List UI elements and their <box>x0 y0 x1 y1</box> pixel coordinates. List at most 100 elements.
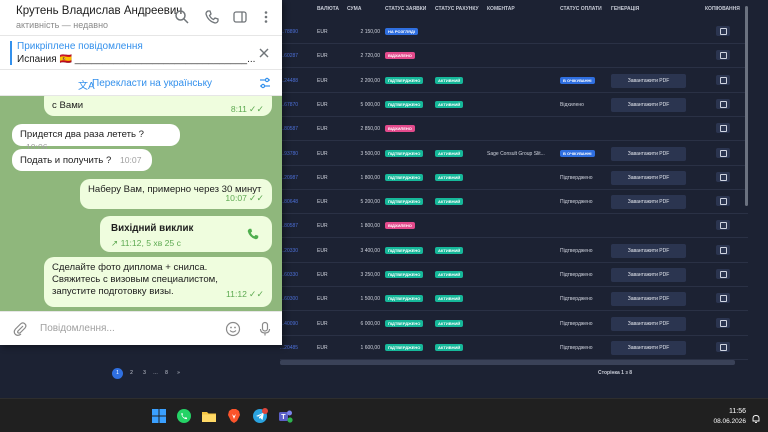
order-id-link[interactable]: ...60330 <box>280 272 298 278</box>
amount-cell: 1 500,00 <box>360 296 380 303</box>
download-pdf-button[interactable]: Завантажити PDF <box>611 195 686 210</box>
table-row[interactable]: ...67870 EUR 5 000,00 ПІДТВЕРДЖЕНО АКТИВНИЙ В… <box>280 93 748 117</box>
clock-time[interactable]: 11:56 <box>724 408 746 415</box>
chat-header[interactable]: Крутень Владислав Андреевич активність —… <box>0 0 282 36</box>
copy-icon[interactable] <box>716 317 730 328</box>
copy-icon[interactable] <box>716 98 730 109</box>
download-pdf-button[interactable]: Завантажити PDF <box>611 268 686 282</box>
copy-icon[interactable] <box>716 147 730 158</box>
download-pdf-button[interactable]: Завантажити PDF <box>611 97 686 112</box>
next-page-button[interactable]: » <box>173 368 184 379</box>
message-list[interactable]: с Вами 8:11 ✓✓ Придется два раза лететь ?… <box>0 96 282 311</box>
table-row[interactable]: ...24488 EUR 2 200,00 ПІДТВЕРДЖЕНО АКТИВНИЙ В… <box>280 69 748 93</box>
table-row[interactable]: ...80587 EUR 1 800,00 ВІДХИЛЕНО <box>280 214 748 239</box>
download-pdf-button[interactable]: Завантажити PDF <box>611 146 686 161</box>
pinned-title: Прикріплене повідомлення <box>17 41 143 52</box>
telegram-icon[interactable] <box>252 408 268 424</box>
download-pdf-button[interactable]: Завантажити PDF <box>611 73 686 88</box>
copy-icon[interactable] <box>716 50 730 61</box>
table-row[interactable]: ...60300 EUR 1 500,00 ПІДТВЕРДЖЕНО АКТИВНИЙ П… <box>280 287 748 312</box>
order-id-link[interactable]: ...20987 <box>280 175 298 181</box>
download-pdf-button[interactable]: Завантажити PDF <box>611 292 686 307</box>
table-row[interactable]: ...40090 EUR 6 000,00 ПІДТВЕРДЖЕНО АКТИВНИЙ П… <box>280 312 748 336</box>
notification-bell-icon[interactable] <box>751 411 761 429</box>
copy-icon[interactable] <box>716 26 730 36</box>
brave-browser-icon[interactable] <box>226 408 242 424</box>
windows-start-icon[interactable] <box>151 408 167 424</box>
copy-icon[interactable] <box>716 293 730 304</box>
order-id-link[interactable]: ...24488 <box>280 78 298 84</box>
order-id-link[interactable]: ...80587 <box>280 223 298 229</box>
translate-settings-icon[interactable] <box>258 76 274 92</box>
order-id-link[interactable]: ...80587 <box>280 126 298 132</box>
order-id-link[interactable]: ...60300 <box>280 296 298 302</box>
table-row[interactable]: ...60330 EUR 3 250,00 ПІДТВЕРДЖЕНО АКТИВНИЙ П… <box>280 263 748 287</box>
order-id-link[interactable]: ...67870 <box>280 102 298 108</box>
message-bubble[interactable]: с Вами 8:11 ✓✓ <box>44 96 272 116</box>
emoji-icon[interactable] <box>225 321 241 342</box>
clock-date[interactable]: 08.06.2026 <box>712 418 746 425</box>
table-row[interactable]: ...80587 EUR 2 850,00 ВІДХИЛЕНО <box>280 117 748 142</box>
order-id-link[interactable]: ...20330 <box>280 248 298 254</box>
table-row[interactable]: ...20485 EUR 1 600,00 ПІДТВЕРДЖЕНО АКТИВНИЙ П… <box>280 336 748 360</box>
header-amount: СУМА <box>347 6 362 12</box>
message-bubble[interactable]: Подать и получить ? 10:07 <box>12 149 152 171</box>
call-message-bubble[interactable]: Вихідний виклик ↗ 11:12, 5 хв 25 с <box>100 216 272 252</box>
table-header: ВАЛЮТА СУМА СТАТУС ЗАЯВКИ СТАТУС РАХУНКУ… <box>280 6 748 18</box>
table-row[interactable]: ...60287 EUR 2 720,00 ВІДХИЛЕНО <box>280 44 748 69</box>
order-id-link[interactable]: ...93780 <box>280 151 298 157</box>
table-row[interactable]: ...80648 EUR 5 200,00 ПІДТВЕРДЖЕНО АКТИВНИЙ П… <box>280 190 748 215</box>
message-bubble[interactable]: Придется два раза лететь ? 10:06 <box>12 124 180 152</box>
order-id-link[interactable]: ...20485 <box>280 345 298 351</box>
translate-button[interactable]: Перекласти на українську <box>92 78 212 89</box>
page-1[interactable]: 1 <box>112 368 123 379</box>
message-input[interactable]: Повідомлення... <box>40 323 115 334</box>
header-invoice-status: СТАТУС РАХУНКУ <box>435 6 479 12</box>
order-id-link[interactable]: ...80648 <box>280 199 298 205</box>
sidebar-toggle-icon[interactable] <box>232 9 248 25</box>
copy-icon[interactable] <box>716 341 730 352</box>
search-icon[interactable] <box>174 9 190 25</box>
phone-call-icon[interactable] <box>204 9 220 25</box>
page-2[interactable]: 2 <box>126 368 137 379</box>
message-bubble[interactable]: Сделайте фото диплома + снилса. Свяжитес… <box>44 257 272 307</box>
order-id-link[interactable]: ...40090 <box>280 321 298 327</box>
attach-icon[interactable] <box>12 321 28 342</box>
pinned-message[interactable]: Прикріплене повідомлення Испания 🇪🇸 ____… <box>0 36 282 70</box>
download-pdf-button[interactable]: Завантажити PDF <box>611 340 686 355</box>
close-icon[interactable] <box>257 46 273 62</box>
application-status-badge: ПІДТВЕРДЖЕНО <box>385 246 424 254</box>
message-time: 10:07 <box>225 193 247 203</box>
whatsapp-icon[interactable] <box>176 408 192 424</box>
page-3[interactable]: 3 <box>139 368 150 379</box>
vertical-scrollbar[interactable] <box>745 6 748 206</box>
copy-icon[interactable] <box>716 74 730 85</box>
download-pdf-button[interactable]: Завантажити PDF <box>611 316 686 331</box>
download-pdf-button[interactable]: Завантажити PDF <box>611 243 686 258</box>
page-8[interactable]: 8 <box>161 368 172 379</box>
table-row[interactable]: ...93780 EUR 3 500,00 ПІДТВЕРДЖЕНО АКТИВНИЙ S… <box>280 142 748 166</box>
application-status-badge: ПІДТВЕРДЖЕНО <box>385 76 424 84</box>
order-id-link[interactable]: ...60287 <box>280 53 298 59</box>
table-row[interactable]: ...78890 EUR 2 150,00 НА РОЗГЛЯДІ <box>280 20 748 44</box>
copy-icon[interactable] <box>716 244 730 255</box>
microphone-icon[interactable] <box>257 321 273 342</box>
table-row[interactable]: ...20987 EUR 1 800,00 ПІДТВЕРДЖЕНО АКТИВНИЙ П… <box>280 166 748 190</box>
amount-cell: 1 800,00 <box>360 174 380 181</box>
more-options-icon[interactable] <box>258 9 274 25</box>
amount-cell: 6 000,00 <box>360 320 380 327</box>
copy-icon[interactable] <box>716 220 730 231</box>
table-row[interactable]: ...20330 EUR 3 400,00 ПІДТВЕРДЖЕНО АКТИВНИЙ П… <box>280 239 748 263</box>
copy-icon[interactable] <box>716 196 730 207</box>
order-id-link[interactable]: ...78890 <box>280 29 298 35</box>
header-currency: ВАЛЮТА <box>317 6 339 12</box>
horizontal-scrollbar[interactable] <box>280 360 735 365</box>
file-explorer-icon[interactable] <box>201 408 217 424</box>
teams-icon[interactable]: T <box>277 408 293 424</box>
copy-icon[interactable] <box>716 171 730 182</box>
copy-icon[interactable] <box>716 269 730 279</box>
message-bubble[interactable]: Наберу Вам, примерно через 30 минут 10:0… <box>80 179 272 209</box>
copy-icon[interactable] <box>716 123 730 134</box>
download-pdf-button[interactable]: Завантажити PDF <box>611 170 686 185</box>
phone-icon[interactable] <box>246 227 260 245</box>
